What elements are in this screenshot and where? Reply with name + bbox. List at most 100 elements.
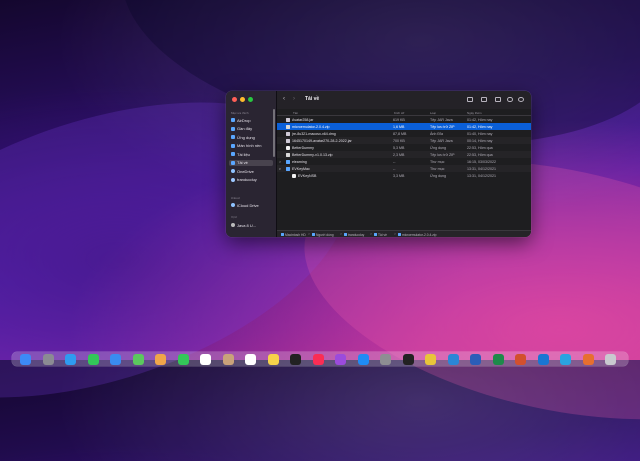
table-row[interactable]: BetterDummy-v1.0.13.zip 2,3 MB Tệp lưu trữ… bbox=[277, 151, 531, 158]
file-size: -- bbox=[393, 159, 396, 164]
file-name: jre-8u321-macosx-x64.dmg bbox=[292, 131, 336, 136]
path-item[interactable]: microemulator-2.0.4.zip bbox=[398, 233, 436, 237]
finder-window: Mục ưa thích AirDrop Gần đây Ứng dụng Màn h… bbox=[226, 91, 531, 237]
toolbar: ‹ › Tải về ⌕ bbox=[277, 91, 531, 110]
file-kind: Tệp lưu trữ ZIP bbox=[430, 124, 455, 129]
zip-file-icon bbox=[286, 152, 290, 157]
table-row[interactable]: BetterDummy 5,3 MB Ứng dụng 22:53, Hôm qua bbox=[277, 144, 531, 151]
window-title: Tải về bbox=[305, 96, 320, 102]
sidebar-item-label: OneDrive bbox=[237, 168, 254, 174]
path-item-label: Macintosh HD bbox=[285, 232, 306, 237]
file-kind: Ứng dụng bbox=[430, 145, 447, 150]
path-item-label: microemulator-2.0.4.zip bbox=[402, 232, 437, 237]
table-row[interactable]: EVKeyNSB 3,3 MB Ứng dụng 13:31, 04/12/2021 bbox=[277, 172, 531, 179]
file-kind: Thư mục bbox=[430, 166, 445, 171]
more-icon[interactable] bbox=[518, 97, 524, 102]
forward-button[interactable]: › bbox=[293, 96, 295, 102]
disclosure-open-icon[interactable]: v bbox=[279, 167, 281, 171]
path-separator: > bbox=[340, 232, 342, 237]
back-button[interactable]: ‹ bbox=[283, 96, 285, 102]
sidebar-item-icloud-drive[interactable]: iCloud Drive bbox=[229, 202, 273, 208]
file-kind: Tệp lưu trữ ZIP bbox=[430, 152, 455, 157]
sidebar-item-label: Ứng dụng bbox=[237, 134, 255, 140]
column-size[interactable]: Kích cỡ bbox=[394, 111, 404, 115]
column-name[interactable]: Tên bbox=[293, 111, 298, 115]
sidebar-header-icloud: iCloud bbox=[231, 196, 240, 200]
column-kind[interactable]: Loại bbox=[430, 111, 436, 115]
column-date[interactable]: Ngày thêm bbox=[467, 111, 482, 115]
folder-icon bbox=[312, 233, 315, 237]
download-icon bbox=[231, 160, 235, 165]
path-item[interactable]: Người dùng bbox=[312, 233, 334, 237]
file-icon bbox=[286, 131, 290, 136]
sidebar-item[interactable]: Ứng dụng bbox=[229, 134, 273, 140]
path-item-label: Người dùng bbox=[316, 232, 334, 237]
sidebar-item[interactable]: AirDrop bbox=[229, 117, 273, 123]
file-name: microemulator-2.0.4.zip bbox=[292, 124, 330, 129]
sidebar-item-label: Java 8 U... bbox=[237, 222, 257, 228]
file-name: BetterDummy-v1.0.13.zip bbox=[292, 152, 333, 157]
file-kind: Ứng dụng bbox=[430, 173, 447, 178]
close-button[interactable] bbox=[232, 97, 237, 102]
window-controls bbox=[232, 97, 253, 102]
file-kind: Thư mục bbox=[430, 159, 445, 164]
path-item[interactable]: tranducduy bbox=[344, 233, 364, 237]
cloud-icon bbox=[231, 169, 235, 173]
zoom-button[interactable] bbox=[248, 97, 253, 102]
table-row[interactable]: v EVKeyMac -- Thư mục 13:31, 04/12/2021 bbox=[277, 165, 531, 172]
minimize-button[interactable] bbox=[240, 97, 245, 102]
zip-file-icon bbox=[398, 233, 401, 237]
table-row[interactable]: Avatar258.jar 619 KB Tệp JAR Java 01:42, Hô… bbox=[277, 116, 531, 123]
apps-icon bbox=[231, 135, 235, 139]
file-date: 01:40, Hôm nay bbox=[467, 131, 493, 136]
table-row[interactable]: jre-8u321-macosx-x64.dmg 87,8 MB Ảnh Đĩa 01… bbox=[277, 130, 531, 137]
sidebar-item[interactable]: Gần đây bbox=[229, 126, 273, 132]
path-separator: > bbox=[394, 232, 396, 237]
sidebar-header-favorites: Mục ưa thích bbox=[231, 111, 249, 115]
file-date: 01:42, Hôm nay bbox=[467, 117, 493, 122]
file-icon bbox=[286, 117, 290, 122]
file-size: 5,3 MB bbox=[393, 145, 405, 150]
file-kind: Tệp JAR Java bbox=[430, 117, 453, 122]
sidebar-item[interactable]: Màn hình nền bbox=[229, 143, 273, 149]
airdrop-icon bbox=[231, 118, 235, 122]
sidebar-item-label: AirDrop bbox=[237, 117, 251, 123]
cloud-icon bbox=[231, 203, 235, 207]
path-item[interactable]: Tải về bbox=[374, 233, 387, 237]
path-item[interactable]: Macintosh HD bbox=[281, 233, 306, 237]
file-date: 22:53, Hôm qua bbox=[467, 152, 493, 157]
file-date: 01:42, Hôm nay bbox=[467, 124, 493, 129]
file-date: 16:15, 03/03/2022 bbox=[467, 159, 496, 164]
disk-icon bbox=[231, 223, 235, 227]
sidebar-scrollbar[interactable] bbox=[273, 109, 275, 157]
sidebar-item[interactable]: tranducduy bbox=[229, 177, 273, 183]
sidebar-item-label: Tài liệu bbox=[237, 151, 250, 157]
file-kind: Ảnh Đĩa bbox=[430, 131, 443, 136]
table-row[interactable]: > elearning -- Thư mục 16:15, 03/03/2022 bbox=[277, 158, 531, 165]
disclosure-closed-icon[interactable]: > bbox=[279, 160, 281, 164]
share-icon[interactable] bbox=[495, 97, 501, 102]
sidebar-item-java-disk[interactable]: Java 8 U... bbox=[229, 222, 273, 228]
file-size: -- bbox=[393, 166, 396, 171]
grid-view-icon[interactable] bbox=[481, 97, 487, 102]
list-view-icon[interactable] bbox=[467, 97, 473, 102]
home-icon bbox=[231, 177, 235, 182]
file-date: 13:31, 04/12/2021 bbox=[467, 173, 496, 178]
sidebar-item[interactable]: OneDrive bbox=[229, 168, 273, 174]
path-bar: Macintosh HD > Người dùng > tranducduy > Tải v… bbox=[277, 230, 531, 237]
tag-icon[interactable] bbox=[507, 97, 513, 102]
path-item-label: Tải về bbox=[378, 232, 387, 237]
file-list: Avatar258.jar 619 KB Tệp JAR Java 01:42, Hô… bbox=[277, 116, 531, 179]
table-row[interactable]: 1645170149-avatar270-28-2-2022.jar 700 KB… bbox=[277, 137, 531, 144]
sidebar-header-locations: Vị trí bbox=[231, 215, 238, 219]
sidebar-item[interactable]: Tải về bbox=[229, 159, 273, 166]
table-row[interactable]: microemulator-2.0.4.zip 1,6 MB Tệp lưu trữ… bbox=[277, 123, 531, 130]
file-size: 2,3 MB bbox=[393, 152, 405, 157]
sidebar-item[interactable]: Tài liệu bbox=[229, 151, 273, 157]
file-kind: Tệp JAR Java bbox=[430, 138, 453, 143]
path-separator: > bbox=[370, 232, 372, 237]
folder-icon bbox=[344, 233, 347, 237]
path-item-label: tranducduy bbox=[348, 232, 365, 237]
sidebar-item-label: iCloud Drive bbox=[237, 202, 259, 208]
file-date: 00:14, Hôm nay bbox=[467, 138, 493, 143]
